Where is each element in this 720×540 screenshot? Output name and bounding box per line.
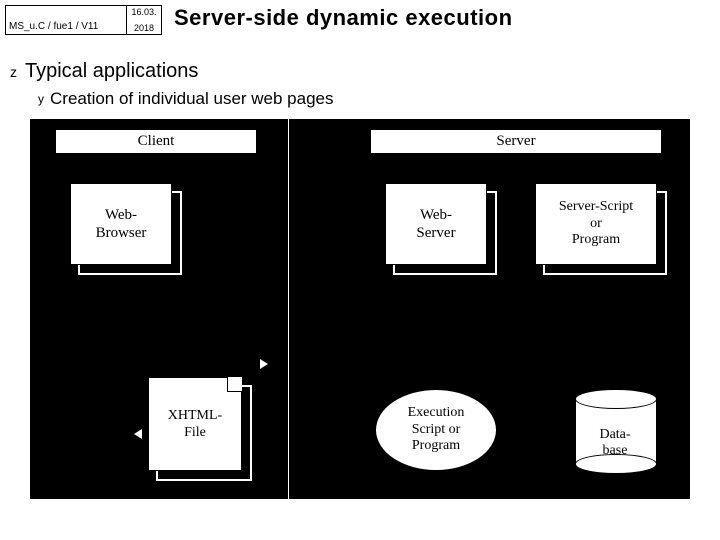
database-cylinder: Data- base bbox=[575, 389, 655, 474]
web-browser-box: Web- Browser bbox=[70, 183, 172, 265]
server-script-box: Server-Script or Program bbox=[535, 183, 657, 265]
z-bullet-icon: z bbox=[10, 64, 17, 80]
slide-title: Server-side dynamic execution bbox=[174, 5, 513, 31]
y-bullet-icon: y bbox=[38, 92, 44, 106]
cyl-top bbox=[575, 389, 657, 409]
xhtml-file-box: XHTML- File bbox=[148, 377, 242, 471]
arrowhead-icon bbox=[134, 429, 142, 439]
bullet-main: z Typical applications bbox=[10, 60, 710, 83]
slide-id-label: MS_u.C / fue1 / V11 bbox=[6, 6, 127, 34]
zone-divider bbox=[288, 119, 289, 499]
date-bottom: 2018 bbox=[134, 23, 154, 33]
file-fold-icon bbox=[227, 377, 242, 392]
slide-date: 16.03. 2018 bbox=[127, 6, 161, 34]
date-top: 16.03. bbox=[131, 7, 156, 17]
exec-script-ellipse: Execution Script or Program bbox=[375, 389, 497, 471]
bullet-sub-text: Creation of individual user web pages bbox=[50, 89, 334, 109]
bullet-sub: y Creation of individual user web pages bbox=[38, 89, 710, 109]
bullet-main-text: Typical applications bbox=[25, 60, 198, 83]
zone-server-label: Server bbox=[370, 129, 662, 154]
xhtml-file-label: XHTML- File bbox=[149, 408, 241, 442]
database-label: Data- base bbox=[575, 427, 655, 458]
architecture-diagram: Client Server Web- Browser Web- Server S… bbox=[30, 119, 690, 499]
web-server-box: Web- Server bbox=[385, 183, 487, 265]
zone-client-label: Client bbox=[55, 129, 257, 154]
arrowhead-icon bbox=[260, 359, 268, 369]
slide-id-box: MS_u.C / fue1 / V11 16.03. 2018 bbox=[5, 5, 162, 35]
